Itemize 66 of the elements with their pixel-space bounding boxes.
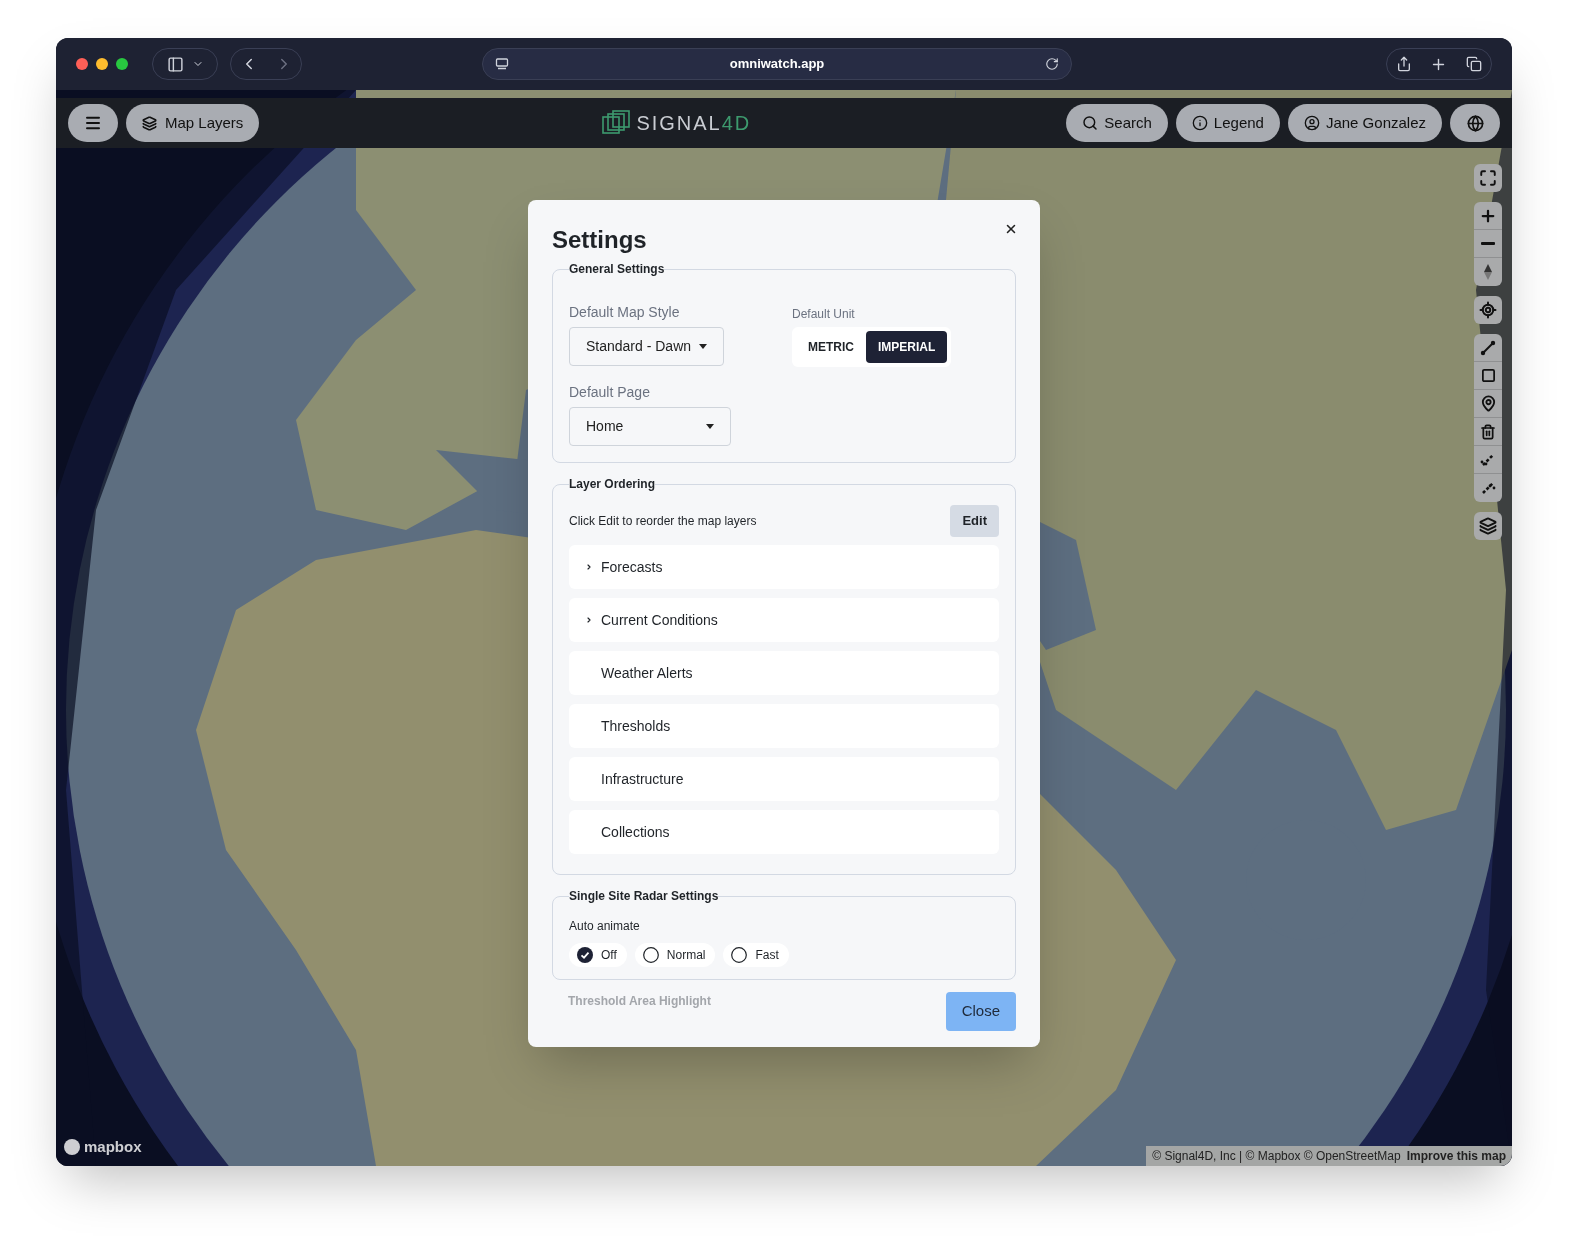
trash-icon — [1480, 423, 1496, 440]
attribution-text: © Signal4D, Inc | © Mapbox © OpenStreetMap — [1152, 1148, 1401, 1165]
caret-icon — [699, 344, 708, 349]
zoom-window-icon[interactable] — [116, 58, 128, 70]
map-style-dropdown[interactable]: Standard - Dawn — [569, 327, 725, 366]
layers-button[interactable] — [1474, 512, 1502, 540]
layer-row[interactable]: Thresholds — [569, 704, 999, 748]
close-window-icon[interactable] — [76, 58, 88, 70]
search-icon — [1082, 115, 1099, 131]
field-label: Default Page — [569, 383, 651, 402]
logo-icon — [602, 110, 631, 136]
tabs-icon[interactable] — [1465, 56, 1482, 72]
globe-button[interactable] — [1450, 104, 1500, 142]
globe-icon — [1466, 114, 1484, 132]
radio-option[interactable]: Normal — [634, 943, 716, 967]
close-button[interactable]: Close — [945, 992, 1016, 1031]
sidebar-icon — [166, 55, 184, 73]
section-legend: Single Site Radar Settings — [569, 887, 719, 905]
map-layers-button[interactable]: Map Layers — [126, 104, 260, 142]
dialog-title: Settings — [552, 225, 647, 255]
section-legend: Threshold Area Highlight — [552, 992, 711, 1010]
close-icon[interactable] — [1004, 222, 1018, 236]
field-label: Default Map Style — [569, 303, 681, 322]
minimize-window-icon[interactable] — [96, 58, 108, 70]
page-icon — [495, 57, 509, 71]
layer-row[interactable]: Current Conditions — [569, 598, 999, 642]
info-icon — [1191, 115, 1208, 131]
logo-text: mapbox — [84, 1136, 142, 1157]
layer-row[interactable]: Weather Alerts — [569, 651, 999, 695]
user-button[interactable]: Jane Gonzalez — [1287, 104, 1442, 142]
layer-row[interactable]: Infrastructure — [569, 757, 999, 801]
improve-map-link[interactable]: Improve this map — [1406, 1147, 1506, 1165]
default-page-dropdown[interactable]: Home — [569, 407, 731, 446]
user-icon — [1303, 115, 1320, 131]
square-icon — [1480, 368, 1496, 383]
map-pin-icon — [1479, 395, 1497, 412]
radio-option[interactable]: Fast — [723, 943, 789, 967]
menu-icon — [84, 114, 102, 132]
expand-icon — [1479, 169, 1497, 187]
crosshair-icon — [1479, 301, 1497, 319]
locate-button[interactable] — [1474, 296, 1502, 324]
fullscreen-button[interactable] — [1474, 164, 1502, 192]
field-label: Default Unit — [792, 306, 856, 323]
legend-button[interactable]: Legend — [1175, 104, 1280, 142]
section-legend: Layer Ordering — [569, 475, 656, 493]
field-label: Auto animate — [569, 918, 641, 935]
hint-text: Click Edit to reorder the map layers — [569, 513, 757, 530]
compass-icon — [1483, 263, 1493, 281]
reload-icon[interactable] — [1045, 57, 1059, 71]
section-legend: General Settings — [569, 260, 665, 278]
edit-button[interactable]: Edit — [950, 505, 999, 537]
address-bar[interactable]: omniwatch.app — [482, 48, 1072, 80]
caret-icon — [706, 424, 714, 429]
radio-option[interactable]: Off — [569, 943, 627, 967]
logo-text: SIGNAL4D — [636, 111, 752, 136]
unit-option[interactable]: IMPERIAL — [866, 331, 948, 363]
minus-icon — [1481, 242, 1495, 245]
share-icon[interactable] — [1396, 56, 1413, 72]
layers-icon — [142, 115, 157, 131]
search-button[interactable]: Search — [1066, 104, 1168, 142]
menu-button[interactable] — [68, 104, 118, 142]
url-text: omniwatch.app — [728, 55, 826, 74]
layers-icon — [1479, 517, 1497, 535]
line-icon — [1480, 339, 1496, 356]
layer-row[interactable]: Forecasts — [569, 545, 999, 589]
layer-row[interactable]: Collections — [569, 810, 999, 854]
